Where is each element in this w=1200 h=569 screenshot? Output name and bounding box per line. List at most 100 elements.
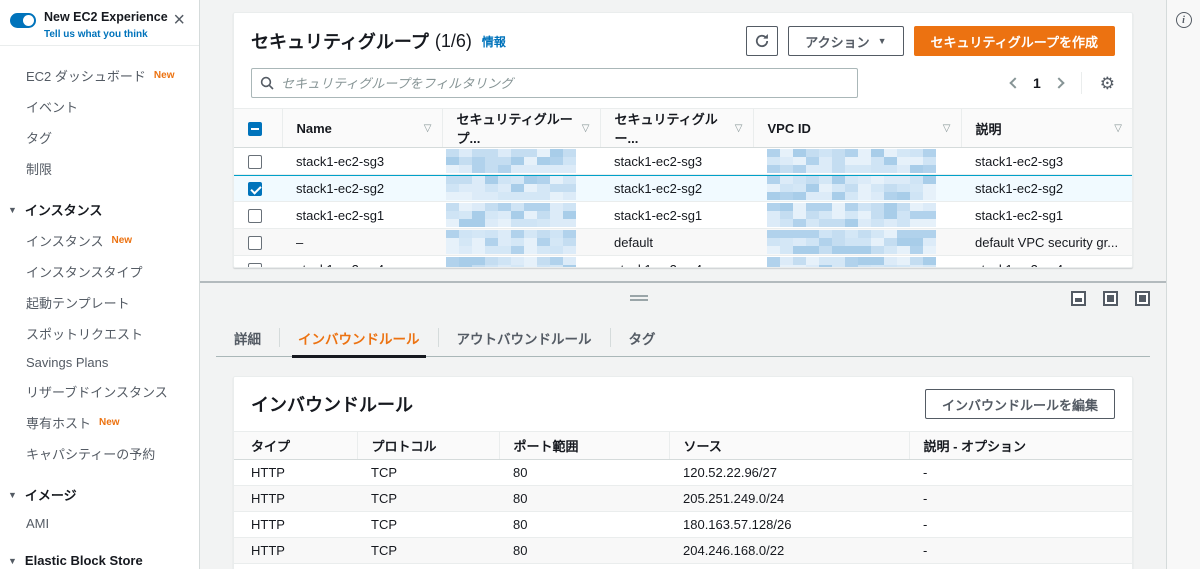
cell-vpc-id [753,255,961,267]
tab-outbound-rules[interactable]: アウトバウンドルール [439,319,610,356]
column-header: Name ▽ [281,108,442,148]
actions-button[interactable]: アクション ▼ [788,26,904,56]
tab-details[interactable]: 詳細 [216,319,279,356]
column-header-label: タイプ [251,439,291,454]
drag-handle-icon[interactable] [630,295,648,303]
redacted-pixelation [767,257,943,267]
divider [1080,72,1082,94]
table-row[interactable]: stack1-ec2-sg2 stack1-ec2-sg2 stack1-ec2-s… [234,174,1132,202]
column-header-label: ソース [683,439,722,454]
sidebar-item[interactable]: AMI [0,510,199,537]
new-badge: New [153,70,175,81]
tab-inbound-rules[interactable]: インバウンドルール [280,319,438,358]
ec2-console: New EC2 Experience Tell us what you thin… [0,0,1200,569]
search-input[interactable] [281,75,849,91]
panel-size-small-button[interactable] [1071,290,1086,306]
sidebar-item[interactable]: タグ [0,122,199,153]
sort-icon[interactable]: ▽ [735,123,743,134]
sidebar-item[interactable]: 起動テンプレート [0,287,199,318]
cell-description: stack1-ec2-sg4 [961,255,1132,267]
create-security-group-button[interactable]: セキュリティグループを作成 [913,26,1115,56]
tab-tags[interactable]: タグ [611,319,674,356]
redacted-pixelation [446,257,578,267]
inbound-rules-table: タイプ プロトコル ポート範囲 ソース 説明 - オプション HTTP TCP 80 120.… [234,431,1132,564]
detail-tabs: 詳細 インバウンドルール アウトバウンドルール タグ [216,319,1150,358]
redacted-pixelation [446,176,578,200]
column-header-label: 説明 - オプション [923,439,1027,454]
row-checkbox[interactable] [248,154,262,169]
sidebar-item[interactable]: Savings Plans [0,349,199,376]
gear-icon[interactable]: ⚙ [1100,75,1115,92]
panel-size-medium-button[interactable] [1103,290,1118,306]
column-header-label: プロトコル [371,439,437,454]
cell-name: stack1-ec2-sg1 [282,201,442,229]
cell-description: default VPC security gr... [961,228,1132,256]
sort-icon[interactable]: ▽ [1114,123,1122,134]
close-icon[interactable]: × [173,10,185,30]
sidebar-item-label: AMI [26,516,50,531]
cell-description: stack1-ec2-sg1 [961,201,1132,229]
table-row[interactable]: stack1-ec2-sg1 stack1-ec2-sg1 stack1-ec2-s… [234,201,1132,229]
sidebar-item-label: インスタンスタイプ [26,265,143,280]
cell-port-range: 80 [499,511,669,538]
sidebar-item-label: 専有ホスト [26,416,92,431]
column-header: セキュリティグループ... ▽ [441,108,600,148]
search-box[interactable] [251,68,858,98]
info-icon[interactable]: i [1175,12,1192,28]
rule-row[interactable]: HTTP TCP 80 204.246.168.0/22- [234,537,1132,564]
sidebar-item[interactable]: EC2 ダッシュボード New [0,60,199,91]
row-checkbox[interactable] [248,181,262,196]
sort-icon[interactable]: ▽ [582,123,590,134]
edit-inbound-rules-button[interactable]: インバウンドルールを編集 [924,389,1115,419]
sidebar-item[interactable]: 制限 [0,153,199,184]
cell-type: HTTP [234,485,357,512]
row-checkbox[interactable] [248,262,262,267]
page-next-icon[interactable] [1053,77,1065,89]
refresh-button[interactable] [746,26,779,56]
sidebar-item[interactable]: イベント [0,91,199,122]
new-experience-toggle[interactable] [10,13,36,28]
column-header-label: Name [296,120,332,136]
cell-security-group-name: stack1-ec2-sg4 [600,255,753,267]
redacted-pixelation [446,149,578,173]
table-row[interactable]: stack1-ec2-sg4 stack1-ec2-sg4 stack1-ec2-s… [234,255,1132,267]
sidebar-item[interactable]: インスタンス New [0,225,199,256]
table-row[interactable]: – default default VPC security gr... [234,228,1132,256]
sidebar-item[interactable]: インスタンスタイプ [0,256,199,287]
sidebar-item[interactable]: スポットリクエスト [0,318,199,349]
cell-protocol: TCP [357,485,499,512]
row-checkbox[interactable] [248,235,262,250]
sort-icon[interactable]: ▽ [943,123,951,134]
redacted-pixelation [767,203,943,227]
sidebar-item-label: 起動テンプレート [26,296,130,311]
cell-security-group-name: default [600,228,753,256]
sidebar-nav: EC2 ダッシュボード New イベント タグ 制限 ▼ インスタンス インスタンス New イン… [0,46,199,569]
cell-source: 204.246.168.0/22 [669,537,909,564]
row-checkbox[interactable] [248,208,262,223]
rule-row[interactable]: HTTP TCP 80 205.251.249.0/24- [234,485,1132,512]
toggle-knob [23,15,34,26]
select-all-checkbox[interactable] [248,121,262,136]
rule-row[interactable]: HTTP TCP 80 120.52.22.96/27- [234,459,1132,486]
feedback-link[interactable]: Tell us what you think [44,29,148,40]
panel-size-large-button[interactable] [1135,290,1150,306]
table-row[interactable]: stack1-ec2-sg3 stack1-ec2-sg3 stack1-ec2-s… [234,147,1132,175]
sort-icon[interactable]: ▽ [424,123,432,134]
sidebar-item[interactable]: キャパシティーの予約 [0,438,199,469]
select-cell [234,147,282,175]
cell-protocol: TCP [357,511,499,538]
help-rail: i [1166,0,1200,569]
sidebar-item-label: イメージ [24,488,77,503]
refresh-icon [756,34,769,47]
info-link[interactable]: 情報 [482,33,506,50]
sidebar-item[interactable]: リザーブドインスタンス [0,376,199,407]
cell-name: stack1-ec2-sg3 [282,147,442,175]
column-header: 説明 - オプション [908,431,1132,460]
cell-security-group-id [442,255,600,267]
rule-row[interactable]: HTTP TCP 80 180.163.57.128/26- [234,511,1132,538]
column-header: 説明 ▽ [960,108,1132,148]
page-prev-icon[interactable] [1009,77,1021,89]
column-header: セキュリティグルー... ▽ [599,108,753,148]
chevron-down-icon: ▼ [8,555,17,566]
sidebar-item[interactable]: 専有ホスト New [0,407,199,438]
